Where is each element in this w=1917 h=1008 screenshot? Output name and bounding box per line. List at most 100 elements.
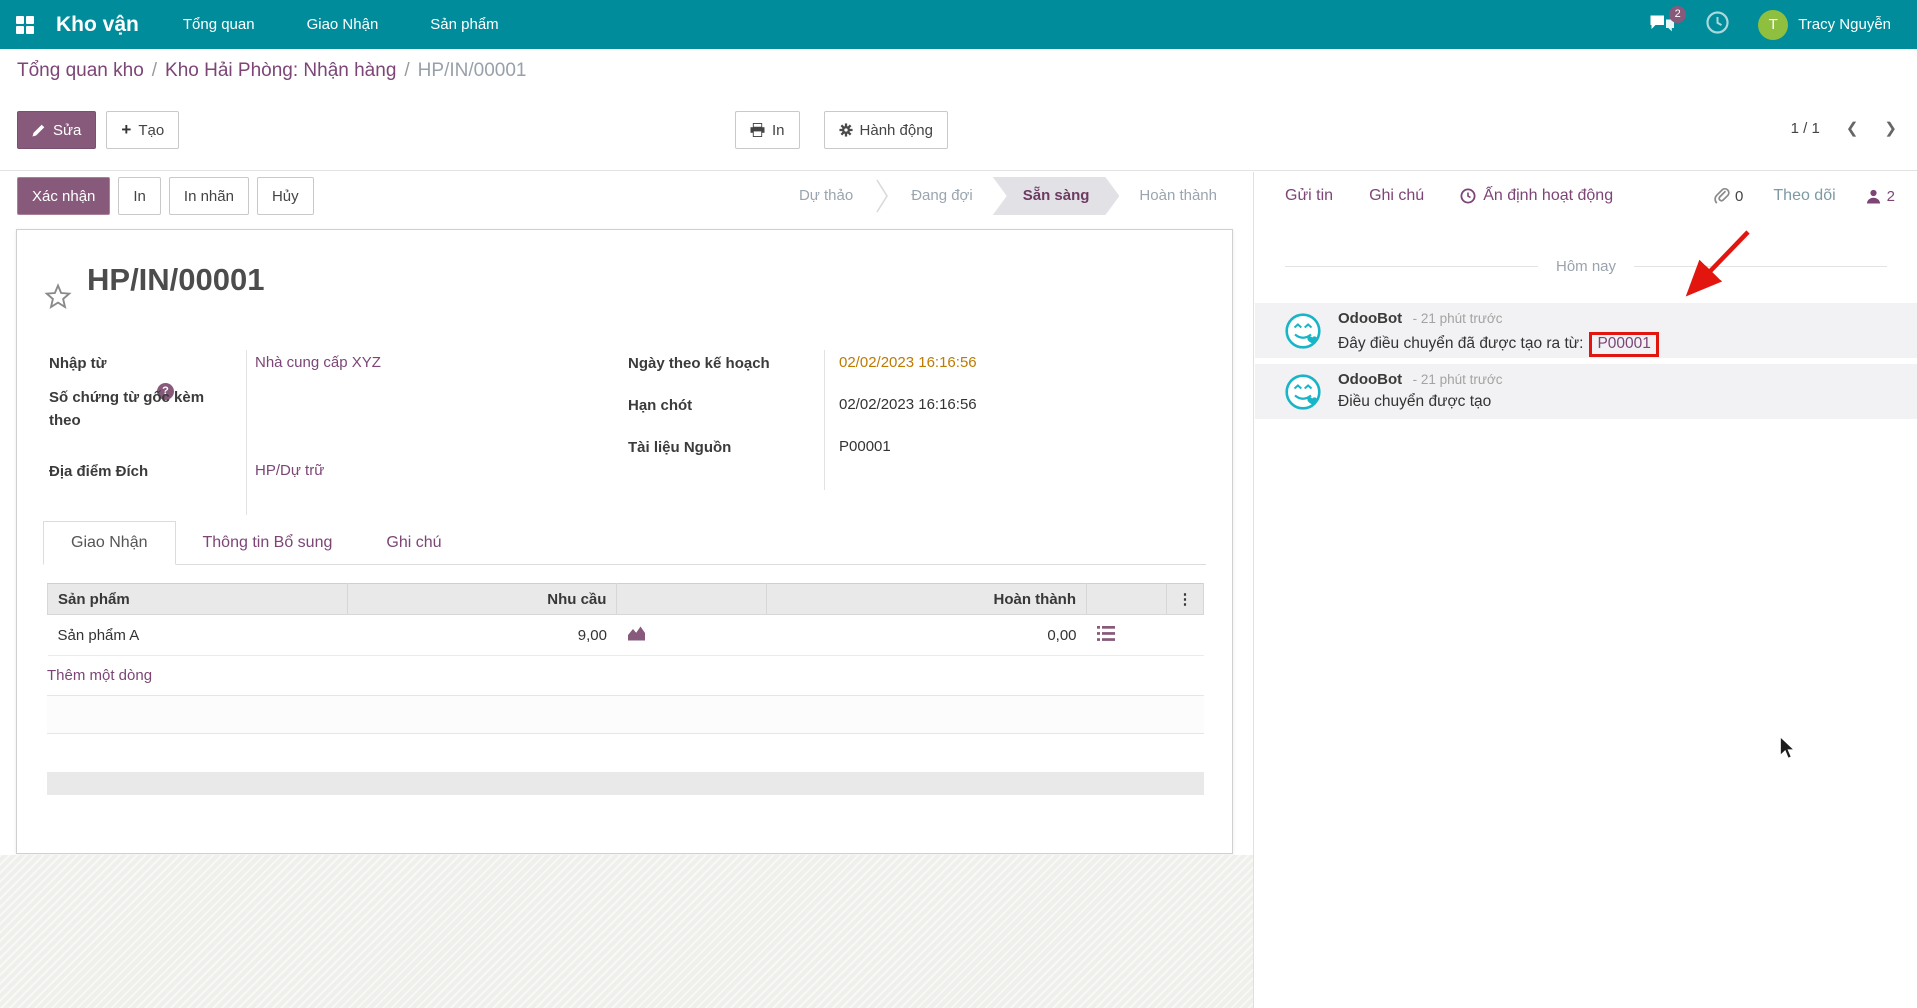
message-author[interactable]: OdooBot (1338, 371, 1402, 388)
print-picking-button[interactable]: In (118, 177, 161, 215)
validate-button[interactable]: Xác nhận (17, 177, 111, 215)
column-product[interactable]: Sản phẩm (47, 583, 348, 615)
tab-note[interactable]: Ghi chú (359, 522, 468, 564)
user-name: Tracy Nguyễn (1798, 16, 1891, 33)
forecast-chart-icon[interactable] (627, 625, 646, 642)
record-title: HP/IN/00001 (87, 262, 265, 297)
action-button[interactable]: Hành động (823, 111, 948, 149)
message-time: - 21 phút trước (1412, 372, 1503, 387)
field-separator (824, 350, 825, 490)
state-ready[interactable]: Sẵn sàng (993, 177, 1120, 215)
partner-field-value[interactable]: Nhà cung cấp XYZ (255, 354, 381, 371)
control-panel: Tổng quan kho / Kho Hải Phòng: Nhận hàng / H… (0, 49, 1917, 171)
statusbar-buttons: Xác nhận In In nhãn Hủy (17, 177, 314, 215)
message-text: Điều chuyển được tạo (1338, 393, 1492, 410)
form-view: Xác nhận In In nhãn Hủy Dự thảo Đang đợi… (0, 172, 1254, 1008)
column-demand[interactable]: Nhu cầu (346, 583, 618, 615)
operations-table: Sản phẩm Nhu cầu Hoàn thành ⋮ Sản phẩm A… (47, 583, 1205, 656)
user-avatar: T (1758, 9, 1789, 40)
source-document-value: P00001 (839, 438, 891, 455)
chatter-tools: 0 Theo dõi 2 (1714, 187, 1895, 205)
cell-demand[interactable]: 9,00 (347, 614, 617, 656)
column-spacer (616, 583, 768, 615)
plus-icon: + (121, 120, 132, 139)
attachments-button[interactable]: 0 (1714, 187, 1743, 205)
state-pipeline: Dự thảo Đang đợi Sẵn sàng Hoàn thành (779, 177, 1237, 215)
destination-field-label: Địa điểm Đích (49, 463, 149, 480)
message-body: OdooBot - 21 phút trước Điều chuyển được… (1338, 371, 1503, 411)
pager-value: 1 / 1 (1790, 119, 1820, 137)
log-note-button[interactable]: Ghi chú (1369, 187, 1424, 205)
pager-next-icon[interactable]: ❯ (1884, 119, 1897, 137)
cancel-button[interactable]: Hủy (256, 177, 314, 215)
menu-item-transfers[interactable]: Giao Nhận (307, 16, 379, 33)
followers-button[interactable]: 2 (1866, 188, 1895, 205)
source-document-label: Tài liệu Nguồn (628, 439, 732, 456)
optional-columns-icon[interactable]: ⋮ (1165, 583, 1205, 615)
table-footer-bar (47, 772, 1204, 795)
breadcrumb-current: HP/IN/00001 (417, 60, 527, 81)
pager: 1 / 1 ❮ ❯ (1790, 119, 1897, 138)
cell-done[interactable]: 0,00 (766, 614, 1087, 656)
state-draft[interactable]: Dự thảo (779, 177, 873, 215)
messages-button[interactable]: 2 (1649, 5, 1687, 37)
attachments-count: 0 (1735, 187, 1744, 205)
send-message-button[interactable]: Gửi tin (1285, 187, 1333, 205)
state-separator-icon (876, 179, 889, 213)
followers-count: 2 (1886, 187, 1895, 205)
cell-product[interactable]: Sản phẩm A (47, 614, 348, 656)
state-waiting[interactable]: Đang đợi (891, 177, 993, 215)
apps-menu-button[interactable] (0, 0, 50, 49)
source-picking-link[interactable]: P00001 (1589, 332, 1659, 357)
breadcrumb-overview[interactable]: Tổng quan kho (17, 60, 144, 81)
odoobot-avatar (1284, 373, 1322, 416)
message-time: - 21 phút trước (1412, 311, 1503, 326)
message-body: OdooBot - 21 phút trước Đây điều chuyển … (1338, 310, 1659, 357)
print-label-button[interactable]: In nhãn (168, 177, 249, 215)
app-brand[interactable]: Kho vận (56, 13, 139, 37)
activities-button[interactable] (1705, 10, 1730, 40)
apps-grid-icon (16, 15, 34, 34)
follow-button[interactable]: Theo dõi (1773, 187, 1835, 205)
message[interactable]: OdooBot - 21 phút trước Đây điều chuyển … (1255, 303, 1917, 358)
breadcrumb-picking-type[interactable]: Kho Hải Phòng: Nhận hàng (165, 60, 396, 81)
message[interactable]: OdooBot - 21 phút trước Điều chuyển được… (1255, 364, 1917, 419)
deadline-value: 02/02/2023 16:16:56 (839, 396, 977, 413)
main-menu: Tổng quan Giao Nhận Sản phẩm (183, 16, 499, 33)
pencil-icon (32, 124, 45, 137)
edit-button[interactable]: Sửa (17, 111, 97, 149)
state-done[interactable]: Hoàn thành (1119, 177, 1237, 215)
scheduled-date-value[interactable]: 02/02/2023 16:16:56 (839, 354, 977, 371)
record-buttons: Sửa + Tạo (17, 111, 180, 149)
chatter-topbar: Gửi tin Ghi chú Ấn định hoạt động 0 Theo… (1285, 176, 1895, 216)
pager-previous-icon[interactable]: ❮ (1846, 119, 1859, 137)
navbar-right: 2 T Tracy Nguyễn (1649, 5, 1917, 40)
odoobot-avatar (1284, 312, 1322, 355)
star-icon (44, 283, 72, 310)
favorite-star-button[interactable] (43, 282, 73, 317)
add-line-link[interactable]: Thêm một dòng (47, 667, 152, 684)
top-navbar: Kho vận Tổng quan Giao Nhận Sản phẩm 2 T… (0, 0, 1917, 49)
deadline-label: Hạn chót (628, 397, 693, 414)
message-text: Đây điều chuyển đã được tạo ra từ: P00001 (1338, 332, 1659, 357)
tab-additional-info[interactable]: Thông tin Bổ sung (176, 522, 360, 564)
detailed-operations-icon[interactable] (1096, 625, 1115, 641)
message-author[interactable]: OdooBot (1338, 310, 1402, 327)
column-done[interactable]: Hoàn thành (766, 583, 1088, 615)
tab-operations[interactable]: Giao Nhận (43, 521, 176, 565)
chatter-panel: Gửi tin Ghi chú Ấn định hoạt động 0 Theo… (1255, 172, 1917, 1008)
breadcrumb: Tổng quan kho / Kho Hải Phòng: Nhận hàng / H… (17, 60, 527, 81)
table-row[interactable]: Sản phẩm A 9,00 0,00 (47, 614, 1204, 656)
user-menu[interactable]: T Tracy Nguyễn (1758, 9, 1891, 40)
chatter-actions: Gửi tin Ghi chú Ấn định hoạt động (1285, 187, 1613, 205)
printer-icon (750, 123, 765, 137)
print-button[interactable]: In (735, 111, 800, 149)
destination-field-value[interactable]: HP/Dự trữ (255, 462, 324, 479)
create-button[interactable]: + Tạo (106, 111, 180, 149)
add-line-row: Thêm một dòng (47, 655, 1204, 696)
menu-item-overview[interactable]: Tổng quan (183, 16, 255, 33)
field-separator (246, 350, 247, 515)
notebook-tabs: Giao Nhận Thông tin Bổ sung Ghi chú (43, 521, 1206, 565)
menu-item-products[interactable]: Sản phẩm (430, 16, 498, 33)
schedule-activity-button[interactable]: Ấn định hoạt động (1460, 187, 1613, 205)
